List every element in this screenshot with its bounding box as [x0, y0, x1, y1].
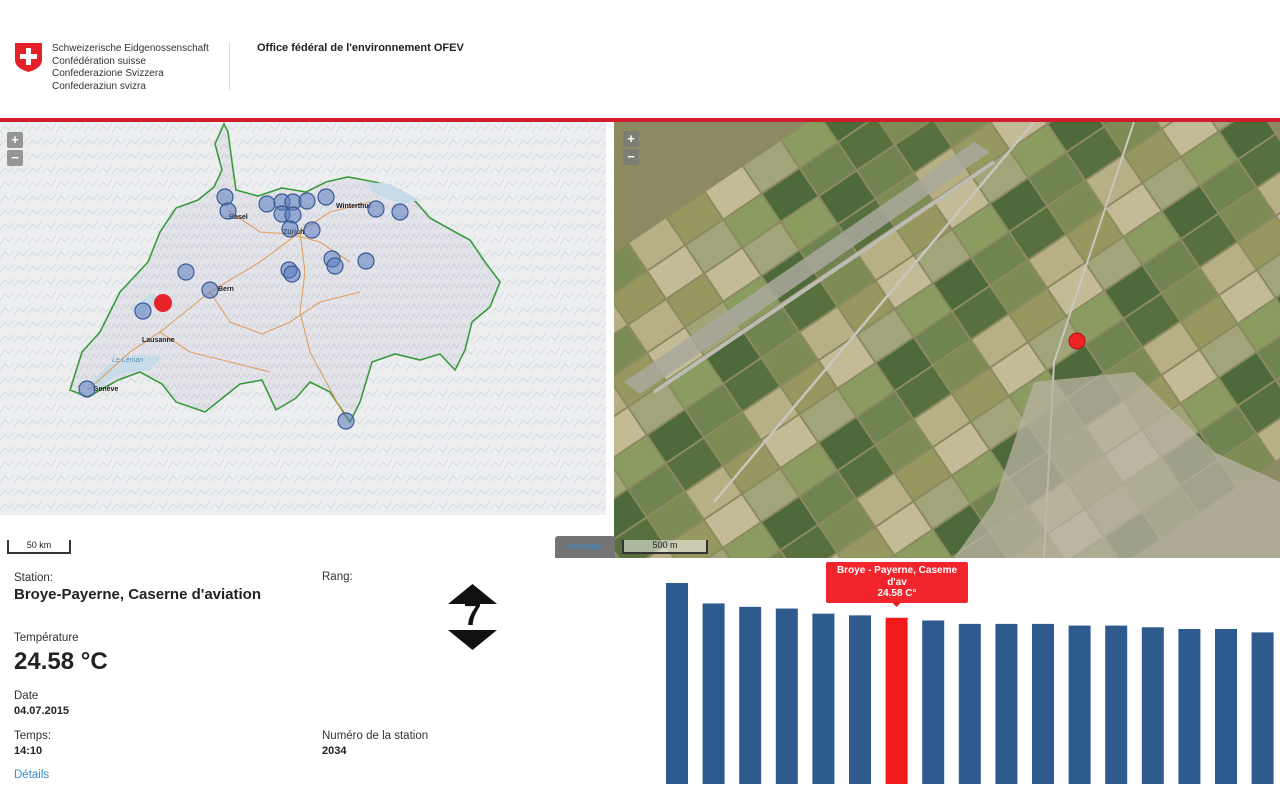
confederation-name-de: Schweizerische Eidgenossenschaft — [52, 43, 209, 54]
station-marker[interactable] — [391, 203, 409, 221]
station-marker[interactable] — [303, 221, 321, 239]
station-name: Broye-Payerne, Caserne d'aviation — [14, 586, 262, 603]
page-header: Schweizerische Eidgenossenschaft Confédé… — [0, 0, 1280, 118]
chart-bar[interactable] — [1141, 627, 1164, 784]
chart-bar[interactable] — [775, 608, 798, 784]
station-marker[interactable] — [298, 192, 316, 210]
overview-map-canvas[interactable]: Basel Winterthur Zürich Bern Lausanne Ge… — [0, 122, 606, 515]
rank-value: 7 — [463, 596, 482, 632]
selected-station-marker[interactable] — [154, 294, 172, 312]
swiss-cross-logo-icon — [15, 43, 42, 72]
details-link[interactable]: Détails — [14, 769, 49, 781]
temperature-ranking-chart: Broye - Payerne, Caseme d'av 24.58 C° — [660, 558, 1280, 796]
tooltip-line-1: Broye - Payerne, Caseme — [836, 565, 958, 576]
station-marker[interactable] — [134, 302, 152, 320]
date-label: Date — [14, 690, 39, 702]
chart-tooltip: Broye - Payerne, Caseme d'av 24.58 C° — [826, 562, 968, 603]
chart-bar[interactable] — [1215, 628, 1237, 784]
confederation-names: Schweizerische Eidgenossenschaft Confédé… — [52, 43, 209, 93]
app-root: Schweizerische Eidgenossenschaft Confédé… — [0, 0, 1280, 796]
chart-bar[interactable] — [1251, 632, 1274, 784]
chart-bar[interactable] — [1032, 623, 1054, 784]
confederation-name-rm: Confederaziun svizra — [52, 80, 146, 92]
chart-bar[interactable] — [812, 613, 835, 784]
detail-scale-bar: 500 m — [622, 540, 708, 554]
detail-zoom-out-button[interactable]: − — [623, 149, 639, 165]
detail-zoom-in-button[interactable]: + — [623, 131, 639, 147]
chart-bar[interactable] — [849, 615, 871, 784]
time-label: Temps: — [14, 730, 52, 742]
chart-bar[interactable] — [995, 623, 1018, 784]
station-marker[interactable] — [367, 200, 385, 218]
temperature-value: 24.58 °C — [14, 648, 108, 675]
layer-tab-swisstopo[interactable]: swisstopo — [555, 536, 615, 558]
confederation-name-it: Confederazione Svizzera — [52, 68, 164, 80]
aerial-map-canvas[interactable] — [614, 122, 1280, 558]
map-label-geneve: Genève — [93, 386, 118, 393]
tooltip-pointer — [891, 602, 902, 607]
rank-label: Rang: — [322, 571, 353, 583]
chart-bar[interactable] — [1068, 625, 1091, 784]
station-marker[interactable] — [219, 202, 237, 220]
station-marker[interactable] — [281, 220, 299, 238]
station-marker[interactable] — [78, 380, 96, 398]
station-marker[interactable] — [177, 263, 195, 281]
overview-scale-bar: 50 km — [7, 540, 71, 554]
station-marker[interactable] — [317, 188, 335, 206]
station-number-label: Numéro de la station — [322, 730, 429, 742]
chart-bar[interactable] — [739, 606, 762, 784]
station-number-value: 2034 — [322, 745, 347, 757]
station-marker[interactable] — [258, 195, 276, 213]
chart-bar[interactable] — [666, 583, 688, 784]
map-label-bern: Bern — [218, 286, 234, 293]
selected-station-marker[interactable] — [1068, 332, 1086, 350]
map-label-leman: Le Léman — [112, 357, 143, 364]
temperature-label: Température — [14, 632, 79, 644]
chart-bar[interactable] — [922, 620, 945, 784]
map-label-lausanne: Lausanne — [142, 337, 175, 344]
office-name: Office fédéral de l'environnement OFEV — [257, 42, 464, 54]
station-marker[interactable] — [216, 188, 234, 206]
station-marker[interactable] — [337, 412, 355, 430]
tooltip-line-2: d'av — [887, 576, 907, 588]
date-value: 04.07.2015 — [14, 705, 70, 717]
confederation-name-fr: Confédération suisse — [52, 55, 146, 67]
overview-zoom-out-button[interactable]: − — [7, 150, 23, 166]
header-divider — [229, 42, 230, 90]
chart-bar-selected[interactable] — [885, 617, 908, 784]
station-marker[interactable] — [201, 281, 219, 299]
station-marker[interactable] — [283, 265, 301, 283]
detail-aerial-map[interactable]: + − — [614, 122, 1280, 558]
overview-map[interactable]: Basel Winterthur Zürich Bern Lausanne Ge… — [0, 122, 606, 515]
map-label-winterthur: Winterthur — [336, 203, 372, 210]
time-value: 14:10 — [14, 745, 43, 757]
station-label: Station: — [14, 572, 53, 584]
chart-bar[interactable] — [1178, 628, 1201, 784]
station-marker[interactable] — [326, 257, 344, 275]
chart-bar[interactable] — [1105, 625, 1128, 784]
station-marker[interactable] — [284, 206, 302, 224]
station-marker[interactable] — [357, 252, 375, 270]
chart-bar[interactable] — [702, 603, 725, 784]
tooltip-line-3: 24.58 C° — [877, 588, 917, 599]
bar-chart — [666, 583, 1274, 784]
rank-indicator: 7 — [448, 584, 497, 650]
chart-bar[interactable] — [958, 623, 981, 784]
overview-zoom-in-button[interactable]: + — [7, 132, 23, 148]
